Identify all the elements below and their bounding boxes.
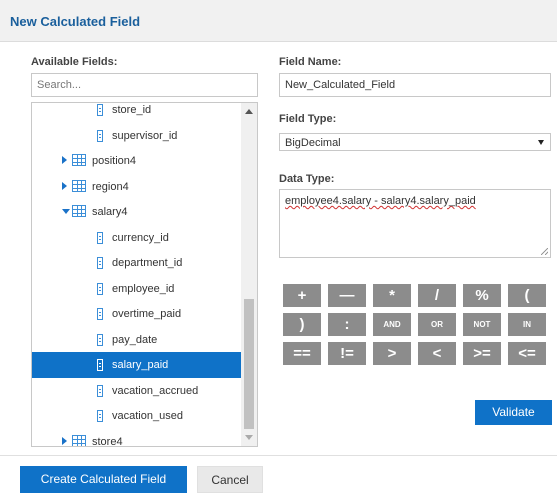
- tree-field-item[interactable]: vacation_used: [32, 403, 242, 429]
- operator-close-paren-button[interactable]: ): [283, 313, 321, 336]
- cancel-button[interactable]: Cancel: [197, 466, 263, 493]
- operator-open-paren-button[interactable]: (: [508, 284, 546, 307]
- table-icon: [72, 434, 86, 446]
- tree-field-label: vacation_accrued: [112, 384, 199, 397]
- field-type-select[interactable]: BigDecimal: [279, 133, 551, 151]
- tree-field-label: supervisor_id: [112, 129, 178, 142]
- expression-textarea[interactable]: employee4.salary - salary4.salary_paid: [279, 189, 551, 258]
- operator-or-button[interactable]: OR: [418, 313, 456, 336]
- tree-node-label: store4: [92, 435, 123, 447]
- field-type-value: BigDecimal: [285, 137, 341, 149]
- tree-node-label: salary4: [92, 206, 128, 218]
- tree-table-node[interactable]: salary4: [32, 199, 242, 225]
- dropdown-arrow-icon: [538, 140, 544, 145]
- tree-rows: store_id supervisor_id position4 region4 sal…: [32, 103, 242, 447]
- available-fields-label: Available Fields:: [31, 56, 118, 68]
- expand-arrow-down-icon[interactable]: [62, 209, 70, 214]
- operator-not-equals-button[interactable]: !=: [328, 342, 366, 365]
- operator-less-than-button[interactable]: <: [418, 342, 456, 365]
- tree-field-label: store_id: [112, 104, 152, 116]
- field-name-input[interactable]: [279, 73, 551, 97]
- fields-tree[interactable]: store_id supervisor_id position4 region4 sal…: [31, 102, 258, 447]
- field-icon: [97, 410, 103, 422]
- tree-scrollbar[interactable]: [241, 103, 257, 446]
- field-icon: [97, 257, 103, 269]
- operator-less-equal-button[interactable]: <=: [508, 342, 546, 365]
- field-icon: [97, 384, 103, 397]
- operator-greater-equal-button[interactable]: >=: [463, 342, 501, 365]
- operator-in-button[interactable]: IN: [508, 313, 546, 336]
- data-type-label: Data Type:: [279, 173, 335, 185]
- dialog-header: New Calculated Field: [0, 0, 557, 42]
- tree-node-label: region4: [92, 180, 129, 193]
- operator-equals-button[interactable]: ==: [283, 342, 321, 365]
- operator-modulo-button[interactable]: %: [463, 284, 501, 307]
- tree-field-item[interactable]: supervisor_id: [32, 123, 242, 149]
- tree-table-node[interactable]: position4: [32, 148, 242, 174]
- tree-field-item[interactable]: pay_date: [32, 327, 242, 353]
- scroll-thumb[interactable]: [244, 299, 254, 429]
- search-input[interactable]: [31, 73, 258, 97]
- scroll-up-arrow-icon[interactable]: [245, 109, 253, 114]
- tree-table-node[interactable]: region4: [32, 174, 242, 200]
- field-icon: [97, 231, 103, 244]
- field-icon: [97, 308, 103, 320]
- tree-node-label: position4: [92, 155, 137, 167]
- expand-arrow-right-icon[interactable]: [62, 436, 67, 445]
- tree-field-item[interactable]: salary_paid: [32, 352, 242, 378]
- footer-divider: [0, 455, 557, 456]
- validate-button[interactable]: Validate: [475, 400, 552, 425]
- tree-field-label: currency_id: [112, 231, 169, 244]
- field-icon: [97, 359, 103, 371]
- tree-field-item[interactable]: store_id: [32, 103, 242, 123]
- tree-table-node[interactable]: store4: [32, 429, 242, 447]
- dialog-title: New Calculated Field: [10, 14, 141, 29]
- tree-field-label: vacation_used: [112, 410, 183, 422]
- tree-field-item[interactable]: department_id: [32, 250, 242, 276]
- tree-field-label: salary_paid: [112, 359, 169, 371]
- tree-field-item[interactable]: vacation_accrued: [32, 378, 242, 404]
- field-icon: [97, 333, 103, 346]
- operator-colon-button[interactable]: :: [328, 313, 366, 336]
- operator-plus-button[interactable]: +: [283, 284, 321, 307]
- table-icon: [72, 205, 86, 217]
- tree-field-item[interactable]: employee_id: [32, 276, 242, 302]
- field-icon: [97, 129, 103, 142]
- scroll-down-arrow-icon[interactable]: [245, 435, 253, 440]
- operator-greater-than-button[interactable]: >: [373, 342, 411, 365]
- operator-and-button[interactable]: AND: [373, 313, 411, 336]
- tree-field-label: employee_id: [112, 282, 175, 295]
- operator-not-button[interactable]: NOT: [463, 313, 501, 336]
- table-icon: [72, 154, 86, 166]
- operator-multiply-button[interactable]: *: [373, 284, 411, 307]
- tree-field-label: pay_date: [112, 333, 158, 346]
- field-name-label: Field Name:: [279, 56, 342, 68]
- field-icon: [97, 104, 103, 116]
- create-calculated-field-button[interactable]: Create Calculated Field: [20, 466, 187, 493]
- expand-arrow-right-icon[interactable]: [62, 156, 67, 164]
- operator-divide-button[interactable]: /: [418, 284, 456, 307]
- expand-arrow-right-icon[interactable]: [62, 181, 67, 190]
- expression-text: employee4.salary - salary4.salary_paid: [285, 195, 476, 207]
- table-icon: [72, 179, 86, 192]
- tree-field-item[interactable]: currency_id: [32, 225, 242, 251]
- tree-field-item[interactable]: overtime_paid: [32, 301, 242, 327]
- resize-grip-icon[interactable]: [541, 248, 548, 255]
- tree-field-label: department_id: [112, 257, 183, 269]
- field-type-label: Field Type:: [279, 113, 337, 125]
- field-icon: [97, 282, 103, 295]
- operator-minus-button[interactable]: —: [328, 284, 366, 307]
- tree-field-label: overtime_paid: [112, 308, 182, 320]
